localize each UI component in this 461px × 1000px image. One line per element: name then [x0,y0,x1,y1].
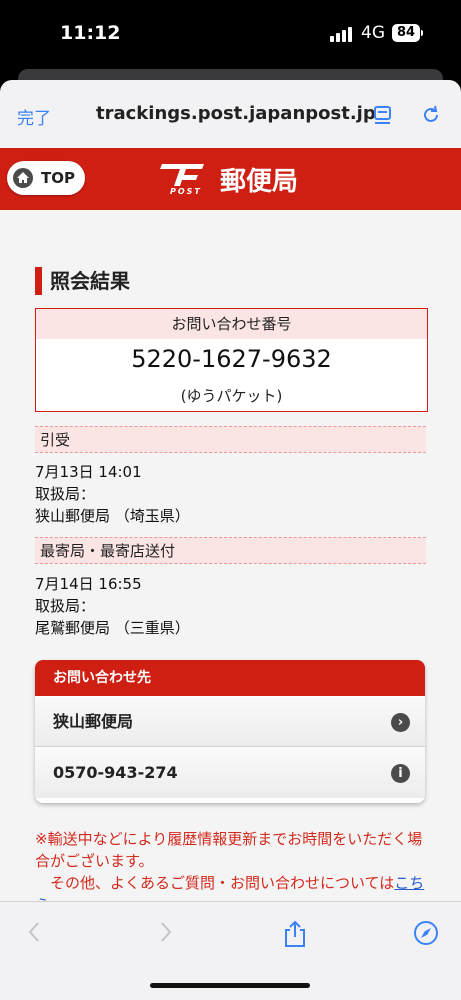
network-type: 4G [361,23,385,43]
tracking-number-box: お問い合わせ番号 5220-1627-9632 (ゆうパケット) [35,308,428,412]
notice-text: ※輸送中などにより履歴情報更新までお時間をいただく場合がございます。 その他、よ… [35,828,430,901]
contact-phone: 0570-943-274 [53,763,178,782]
web-page: TOP POST 郵便局 照会結果 お問い合わせ番号 5220-1627-963… [0,148,461,901]
contact-phone-row[interactable]: 0570-943-274 i [35,748,425,798]
url-field[interactable]: trackings.post.japanpost.jp [96,103,376,124]
battery-tip [421,30,423,36]
contact-office-name: 狭山郵便局 [53,712,134,731]
service-type: (ゆうパケット) [180,387,283,405]
clock: 11:12 [60,22,121,44]
logo-post-text: POST [170,187,202,196]
back-icon[interactable] [26,920,42,944]
event-status: 最寄局・最寄店送付 [35,537,426,564]
event-office: 尾鷲郵便局 （三重県） [35,619,190,637]
status-bar: 11:12 4G 84 [0,0,461,70]
event-office-label: 取扱局： [35,597,96,615]
tracking-number: 5220-1627-9632 [131,345,332,373]
notice-line-2: その他、よくあるご質問・お問い合わせについては [50,874,395,892]
forward-icon[interactable] [158,920,174,944]
top-button-label: TOP [41,169,75,187]
event-datetime: 7月13日 14:01 [35,463,142,481]
contact-header: お問い合わせ先 [35,660,425,696]
top-button[interactable]: TOP [7,161,85,195]
tracking-label: お問い合わせ番号 [36,309,427,339]
event-datetime: 7月14日 16:55 [35,575,142,593]
info-icon: i [391,764,410,783]
site-header: TOP POST 郵便局 [0,148,461,210]
contact-office-row[interactable]: 狭山郵便局 › [35,697,425,747]
battery-icon: 84 [392,24,420,42]
reader-icon[interactable] [373,106,393,126]
page-title: 照会結果 [35,267,130,295]
home-icon [13,168,33,188]
event-office-label: 取扱局： [35,485,96,503]
japanpost-logo: POST [158,160,208,196]
notice-line-1: ※輸送中などにより履歴情報更新までお時間をいただく場合がございます。 [35,830,423,870]
reload-icon[interactable] [420,104,442,126]
browser-address-bar: 完了 trackings.post.japanpost.jp [0,80,461,149]
event-office: 狭山郵便局 （埼玉県） [35,507,190,525]
contact-card: お問い合わせ先 狭山郵便局 › 0570-943-274 i [35,660,425,803]
home-indicator [150,983,310,988]
done-button[interactable]: 完了 [17,104,51,129]
brand-name: 郵便局 [220,167,299,197]
chevron-right-icon: › [391,713,410,732]
share-icon[interactable] [283,920,307,948]
event-status: 引受 [35,426,426,453]
cellular-signal-icon [330,27,352,42]
compass-icon[interactable] [413,920,439,946]
